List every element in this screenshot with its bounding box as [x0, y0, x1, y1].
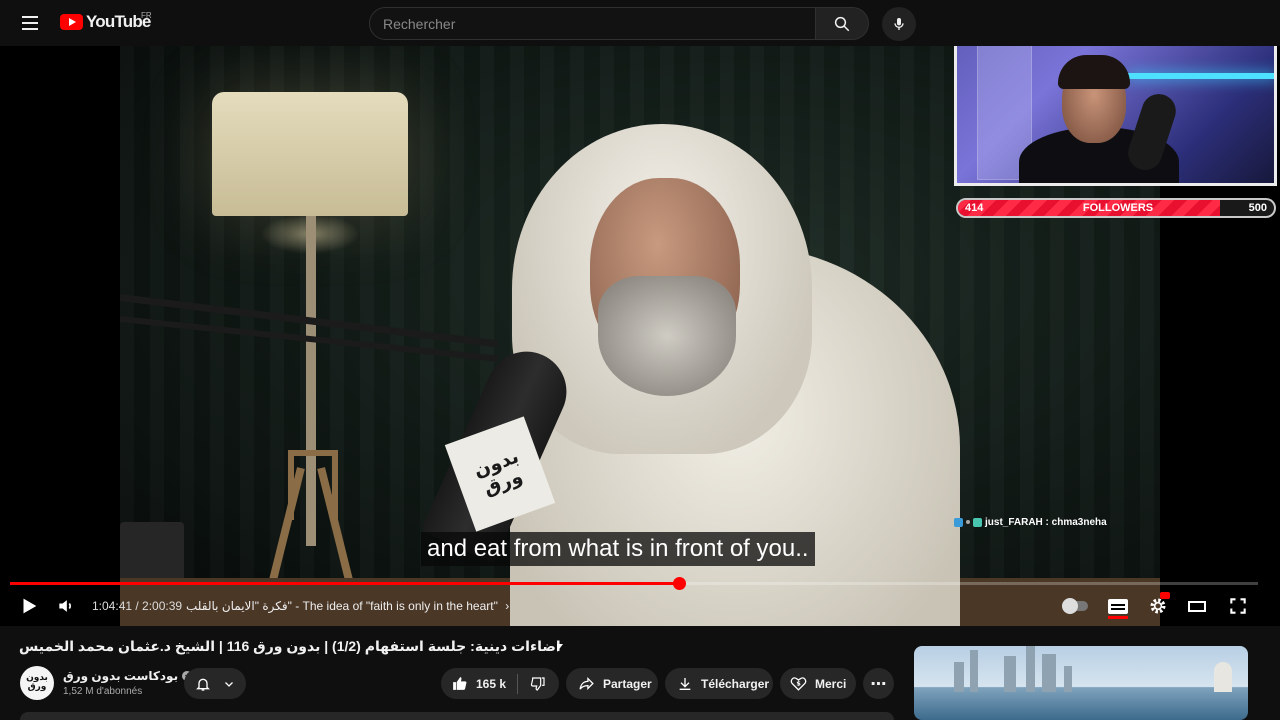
chat-sub-icon: [973, 517, 982, 527]
settings-button[interactable]: [1148, 592, 1170, 618]
country-code: FR: [141, 11, 152, 20]
seek-bar-played: [10, 582, 679, 585]
chevron-down-icon: [225, 681, 233, 687]
lamp-shade: [212, 92, 408, 216]
youtube-play-icon: [60, 14, 83, 30]
gear-icon: [1150, 598, 1166, 614]
chat-badge-icon: [954, 517, 963, 527]
followers-current: 414: [965, 202, 984, 214]
description-box[interactable]: [20, 712, 894, 720]
like-count: 165 k: [476, 676, 507, 691]
thanks-label: Merci: [815, 676, 847, 691]
seek-bar[interactable]: [10, 577, 1258, 590]
chat-message: just_FARAH : chma3neha: [954, 514, 1107, 530]
notifications-button[interactable]: [184, 668, 246, 699]
youtube-watch-page: YouTube FR Rechercher بدون ورق and eat f…: [0, 0, 1280, 720]
download-icon: [679, 677, 691, 690]
share-label: Partager: [603, 676, 652, 691]
video-title: اضاءات دينية: جلسة استفهام (1/2) | بدون …: [19, 638, 561, 654]
thumbs-down-icon: [530, 676, 545, 691]
search-box: [369, 7, 816, 40]
voice-search-button[interactable]: [882, 7, 916, 41]
skyline-tower: [970, 650, 978, 692]
fullscreen-icon: [1230, 598, 1246, 614]
mic-icon: [894, 18, 904, 30]
cam-led-strip: [1127, 73, 1274, 79]
avatar-line2: ورق: [27, 682, 47, 692]
thanks-button[interactable]: $ Merci: [780, 668, 856, 699]
followers-goal-bar: FOLLOWERS 414 500: [956, 198, 1276, 218]
skyline-tower: [1064, 666, 1072, 692]
play-button[interactable]: [18, 594, 40, 618]
seek-bar-scrubber[interactable]: [672, 577, 686, 590]
masthead: YouTube FR: [0, 0, 1280, 46]
volume-icon: [59, 600, 71, 612]
share-icon: [579, 677, 594, 690]
skyline-tower: [1004, 656, 1016, 692]
subtitles-icon: [1108, 598, 1128, 614]
streamer-webcam: [954, 46, 1277, 186]
channel-avatar[interactable]: بدون ورق: [20, 666, 54, 700]
streamer-headset: [1058, 55, 1130, 89]
chevron-right-icon: ›: [505, 599, 510, 613]
followers-goal: 500: [1248, 202, 1267, 214]
time-display: 1:04:41 / 2:00:39: [92, 599, 183, 613]
skyline-tower: [1214, 662, 1232, 692]
skyline-tower: [954, 662, 964, 692]
chat-dot-icon: [966, 520, 970, 524]
search-icon: [834, 16, 850, 31]
subscriber-count: 1,52 M d'abonnés: [63, 686, 143, 697]
caption-text: and eat from what is in front of you..: [421, 532, 815, 566]
like-button[interactable]: 165 k: [441, 675, 517, 692]
search-button[interactable]: [816, 7, 869, 40]
subtitles-active-underline: [1108, 616, 1128, 619]
more-horizontal-icon: ⋯: [870, 675, 887, 693]
mute-button[interactable]: [56, 594, 76, 618]
chat-line: just_FARAH : chma3neha: [985, 516, 1107, 528]
skyline-tower: [1042, 654, 1056, 692]
hd-badge-icon: [1160, 592, 1170, 599]
skyline-tower: [1026, 646, 1035, 692]
video-player[interactable]: بدون ورق and eat from what is in front o…: [0, 46, 1280, 626]
autoplay-toggle[interactable]: [1062, 594, 1088, 618]
download-button[interactable]: Télécharger: [665, 668, 773, 699]
play-icon: [23, 598, 37, 614]
channel-name: بودكاست بدون ورق: [63, 669, 179, 683]
youtube-logo[interactable]: YouTube: [60, 12, 151, 32]
speaker-beard: [598, 276, 736, 396]
download-label: Télécharger: [701, 676, 770, 691]
super-thanks-icon: $: [790, 677, 807, 691]
channel-name-link[interactable]: بودكاست بدون ورق ✓: [63, 669, 193, 683]
more-actions-button[interactable]: ⋯: [863, 668, 894, 699]
thumbs-up-icon: [453, 677, 467, 690]
chapter-title[interactable]: فكرة "الايمان بالقلب" - The idea of "fai…: [186, 599, 509, 613]
like-dislike-group: 165 k: [441, 668, 559, 699]
dislike-button[interactable]: [518, 676, 558, 692]
followers-label: FOLLOWERS: [1082, 202, 1154, 214]
chapter-title-text: فكرة "الايمان بالقلب" - The idea of "fai…: [186, 599, 498, 613]
bell-icon: [196, 678, 210, 691]
mouse-cursor-icon: [557, 644, 563, 652]
menu-icon[interactable]: [14, 7, 46, 39]
autoplay-switch-icon: [1062, 598, 1088, 614]
search-input[interactable]: [370, 8, 815, 39]
share-button[interactable]: Partager: [566, 668, 658, 699]
recommended-video-thumbnail[interactable]: [914, 646, 1248, 720]
svg-text:$: $: [796, 680, 800, 688]
theater-mode-button[interactable]: [1188, 594, 1206, 618]
fullscreen-button[interactable]: [1228, 594, 1248, 618]
subtitles-button[interactable]: [1108, 594, 1128, 619]
theater-icon: [1188, 600, 1206, 612]
